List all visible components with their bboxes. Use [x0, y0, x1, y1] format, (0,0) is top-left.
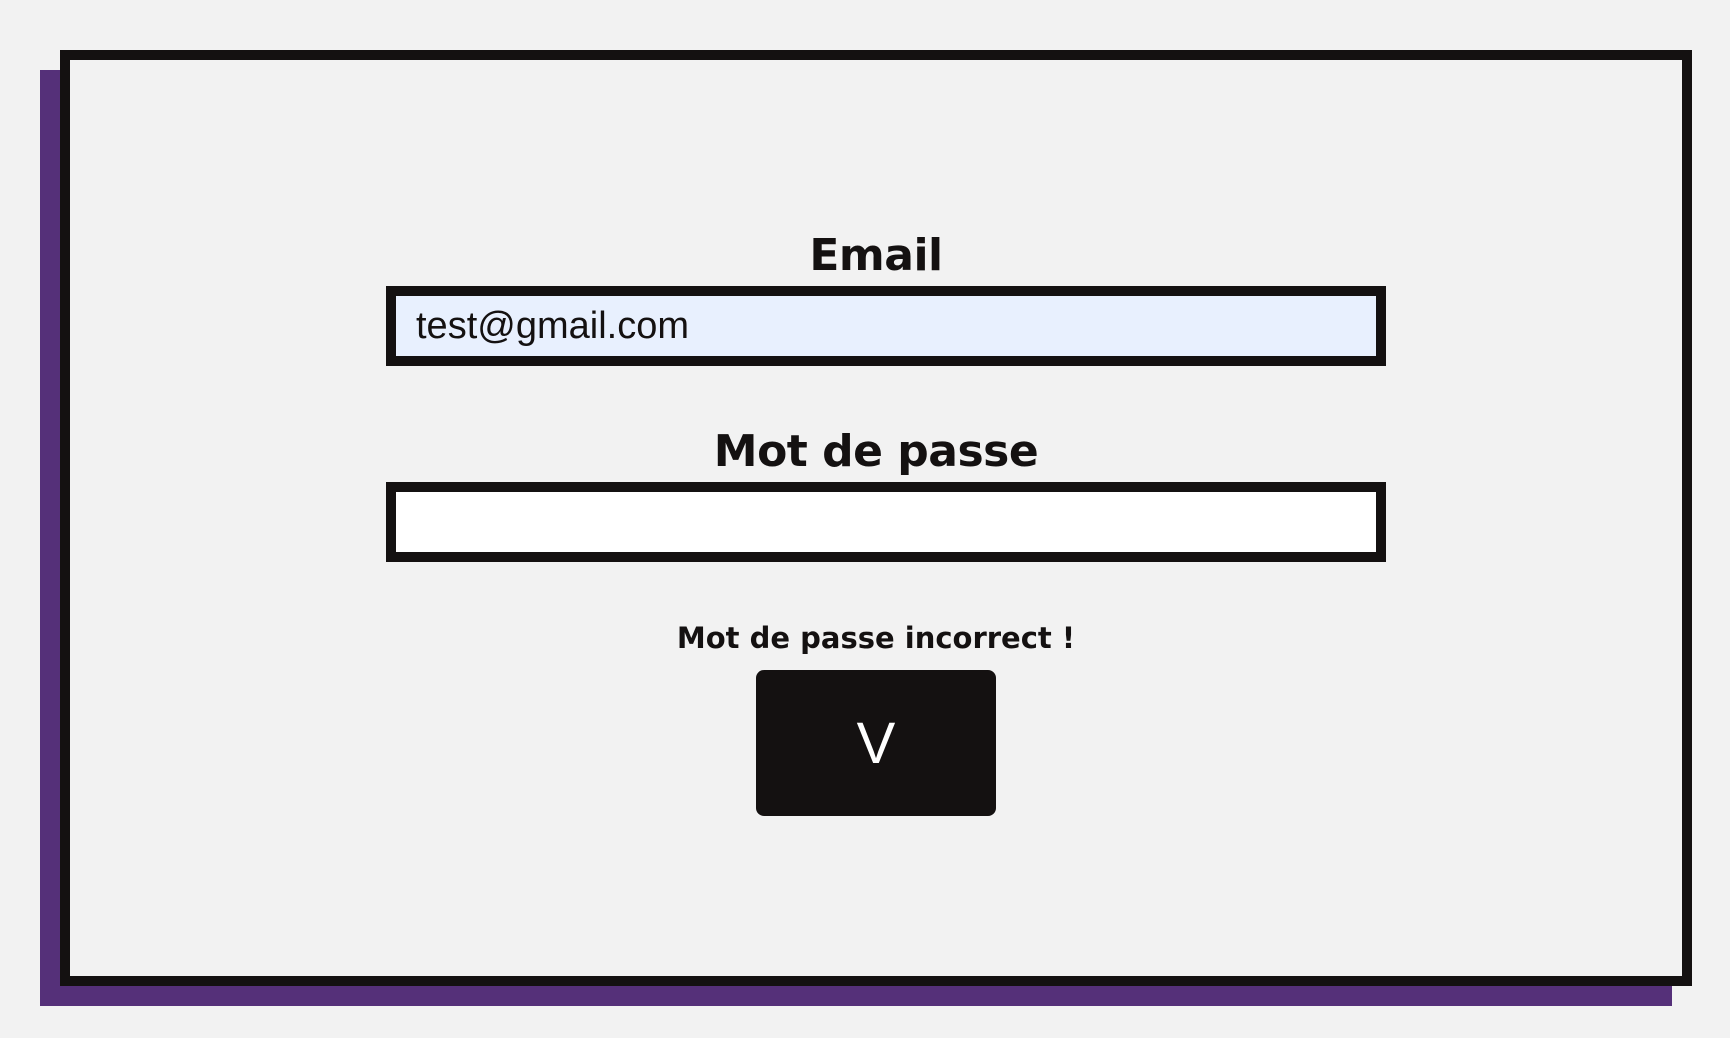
submit-button[interactable]: V — [756, 670, 996, 816]
password-label: Mot de passe — [713, 426, 1039, 477]
password-field[interactable] — [386, 482, 1386, 562]
error-message: Mot de passe incorrect ! — [676, 621, 1076, 655]
email-label: Email — [809, 230, 943, 281]
email-field[interactable] — [386, 286, 1386, 366]
login-panel: Email Mot de passe Mot de passe incorrec… — [60, 50, 1692, 986]
login-screen: Email Mot de passe Mot de passe incorrec… — [0, 0, 1730, 1038]
